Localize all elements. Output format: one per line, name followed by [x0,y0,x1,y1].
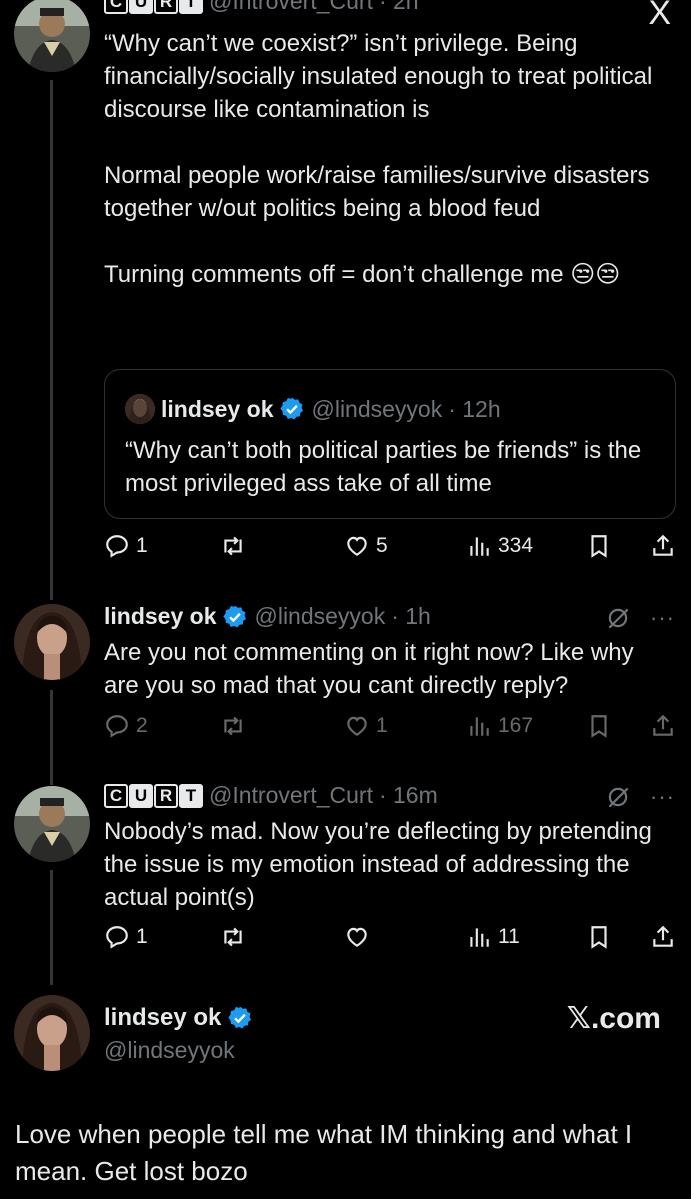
views-count: 334 [498,534,534,557]
like-button[interactable]: 5 [344,533,388,559]
reply-button[interactable]: 1 [104,924,148,950]
like-icon [347,716,367,736]
more-icon[interactable]: ··· [650,605,675,631]
logo-letter: U [129,0,153,14]
post-time[interactable]: · 16m [379,782,438,809]
like-button[interactable] [344,924,370,950]
logo-letter: T [179,783,203,808]
share-icon [653,925,673,947]
post-1-header: C U R T @Introvert_Curt · 2h [104,0,419,15]
logo-letter: T [179,0,203,14]
views-button[interactable]: 11 [466,924,520,950]
avatar-lindsey[interactable] [14,604,90,680]
quoted-post-header: lindsey ok @lindseyyok · 12h [125,394,501,424]
repost-icon [224,536,242,556]
reply-count: 2 [136,714,148,737]
footer-handle[interactable]: @lindseyyok [104,1037,235,1064]
x-com-watermark[interactable]: 𝕏.com [567,1001,661,1036]
bookmark-icon [591,535,607,558]
reply-button[interactable]: 1 [104,533,148,559]
quote-time: · 12h [448,395,501,422]
logo-letter: C [104,783,128,808]
views-count: 167 [498,714,534,737]
reply-icon [106,926,128,949]
post-time[interactable]: · 1h [391,603,431,630]
bookmark-button[interactable] [586,713,612,739]
quote-author-name: lindsey ok [161,395,274,422]
logo-letter: U [129,783,153,808]
post-3-actions: 1 11 [104,924,676,958]
grok-icon[interactable] [605,784,631,810]
repost-button[interactable] [220,924,246,950]
like-button[interactable]: 1 [344,713,388,739]
more-icon[interactable]: ··· [650,784,675,810]
post-1-actions: 1 5 334 [104,533,676,567]
views-icon [470,537,489,556]
reply-icon [106,535,128,558]
like-icon [347,536,367,556]
bookmark-icon [591,715,607,738]
quoted-post[interactable]: lindsey ok @lindseyyok · 12h “Why can’t … [104,369,676,519]
share-button[interactable] [650,713,676,739]
bookmark-button[interactable] [586,533,612,559]
post-3-header: C U R T @Introvert_Curt · 16m [104,782,438,809]
like-icon [347,927,367,947]
views-count: 11 [498,925,520,948]
reply-button[interactable]: 2 [104,713,148,739]
verified-badge-icon [280,397,304,420]
quote-avatar [125,394,155,424]
post-author-name[interactable]: lindsey ok [104,603,216,630]
like-count: 1 [376,714,388,737]
share-button[interactable] [650,924,676,950]
views-icon [470,928,489,947]
grok-icon[interactable] [605,605,631,631]
avatar-curt[interactable] [14,0,90,72]
quote-handle: @lindseyyok [311,395,443,422]
repost-icon [224,716,242,736]
share-icon [653,714,673,736]
views-button[interactable]: 167 [466,713,533,739]
post-2-actions: 2 1 167 [104,713,676,747]
thread-line [50,690,53,785]
thread-line [50,80,53,600]
reply-count: 1 [136,534,148,557]
footer-author-name[interactable]: lindsey ok [104,1004,221,1032]
like-count: 5 [376,534,388,557]
bookmark-icon [591,926,607,949]
logo-letter: C [104,0,128,14]
footer-caption: Love when people tell me what IM thinkin… [15,1119,633,1186]
quoted-post-text: “Why can’t both political parties be fri… [125,437,642,497]
avatar-lindsey[interactable] [14,995,90,1071]
thread-line [50,870,53,985]
post-2-text: Are you not commenting on it right now? … [104,639,641,699]
reply-icon [106,715,128,738]
verified-badge-icon [228,1006,252,1029]
post-3-text: Nobody’s mad. Now you’re deflecting by p… [104,818,659,911]
logo-letter: R [154,0,178,14]
share-button[interactable] [650,533,676,559]
post-handle[interactable]: @Introvert_Curt [209,0,373,15]
share-icon [653,534,673,556]
views-icon [470,717,489,736]
repost-button[interactable] [220,533,246,559]
post-handle[interactable]: @Introvert_Curt [209,782,373,809]
logo-letter: R [154,783,178,808]
post-handle[interactable]: @lindseyyok [254,603,385,630]
footer-author: lindsey ok [104,1004,253,1032]
curt-name-logo[interactable]: C U R T [104,783,203,808]
bookmark-button[interactable] [586,924,612,950]
post-1-text: “Why can’t we coexist?” isn’t privilege.… [104,30,653,288]
views-button[interactable]: 334 [466,533,533,559]
post-time[interactable]: · 2h [379,0,419,15]
curt-name-logo[interactable]: C U R T [104,0,203,14]
avatar-curt[interactable] [14,786,90,862]
post-2-header: lindsey ok @lindseyyok · 1h [104,603,431,630]
repost-button[interactable] [220,713,246,739]
verified-badge-icon [223,605,247,628]
reply-count: 1 [136,925,148,948]
repost-icon [224,927,242,947]
